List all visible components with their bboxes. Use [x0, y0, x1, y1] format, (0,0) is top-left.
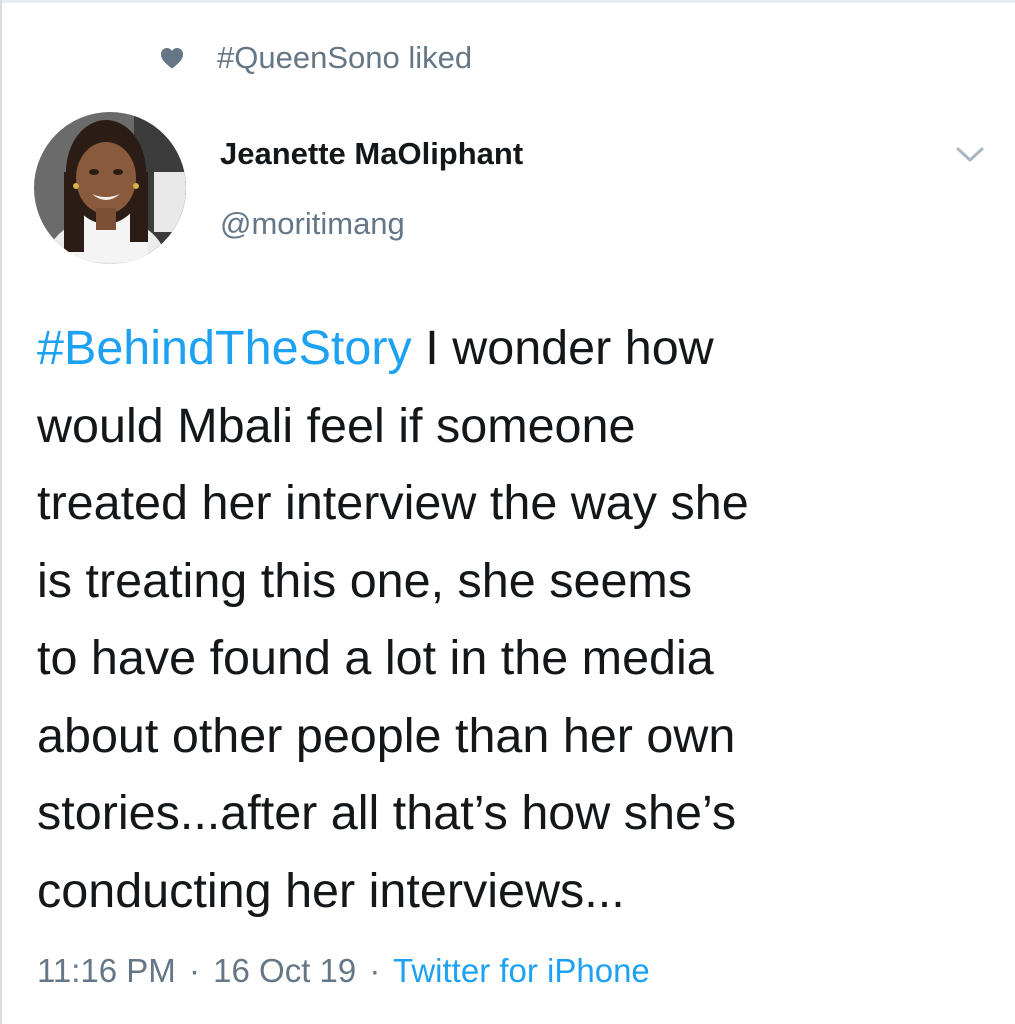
heart-icon [161, 48, 183, 69]
tweet-line: about other people than her own [37, 708, 736, 763]
tweet-line: #BehindTheStory I wonder how [37, 310, 997, 388]
tweet-line-text: I wonder how [411, 321, 714, 375]
meta-separator: · [188, 952, 200, 989]
tweet-line: treated her interview the way she [37, 476, 749, 530]
social-context-label: #QueenSono liked [217, 40, 473, 75]
author-name[interactable]: Jeanette MaOliphant [220, 136, 523, 172]
hashtag-link[interactable]: #BehindTheStory [37, 321, 412, 375]
tweet-line: stories...after all that’s how she’s [37, 786, 737, 840]
tweet-meta: 11:16 PM · 16 Oct 19 · Twitter for iPhon… [37, 952, 650, 990]
tweet-line: would Mbali feel if someone [37, 398, 636, 453]
tweet-line: is treating this one, she seems [37, 553, 693, 608]
avatar-image [34, 112, 186, 264]
tweet-date[interactable]: 16 Oct 19 [213, 952, 356, 989]
tweet-source-link[interactable]: Twitter for iPhone [393, 952, 650, 989]
author-handle[interactable]: @moritimang [220, 206, 405, 242]
social-context[interactable]: #QueenSono liked [160, 36, 472, 80]
tweet-time[interactable]: 11:16 PM [37, 952, 176, 989]
meta-separator: · [369, 952, 381, 989]
tweet-line: to have found a lot in the media [37, 631, 714, 685]
tweet-line: conducting her interviews... [37, 863, 625, 918]
chevron-down-icon[interactable] [954, 144, 986, 166]
top-divider [0, 0, 1015, 3]
avatar[interactable] [34, 112, 186, 264]
left-divider [0, 0, 2, 1024]
tweet-text: #BehindTheStory I wonder how would Mbali… [37, 310, 997, 930]
